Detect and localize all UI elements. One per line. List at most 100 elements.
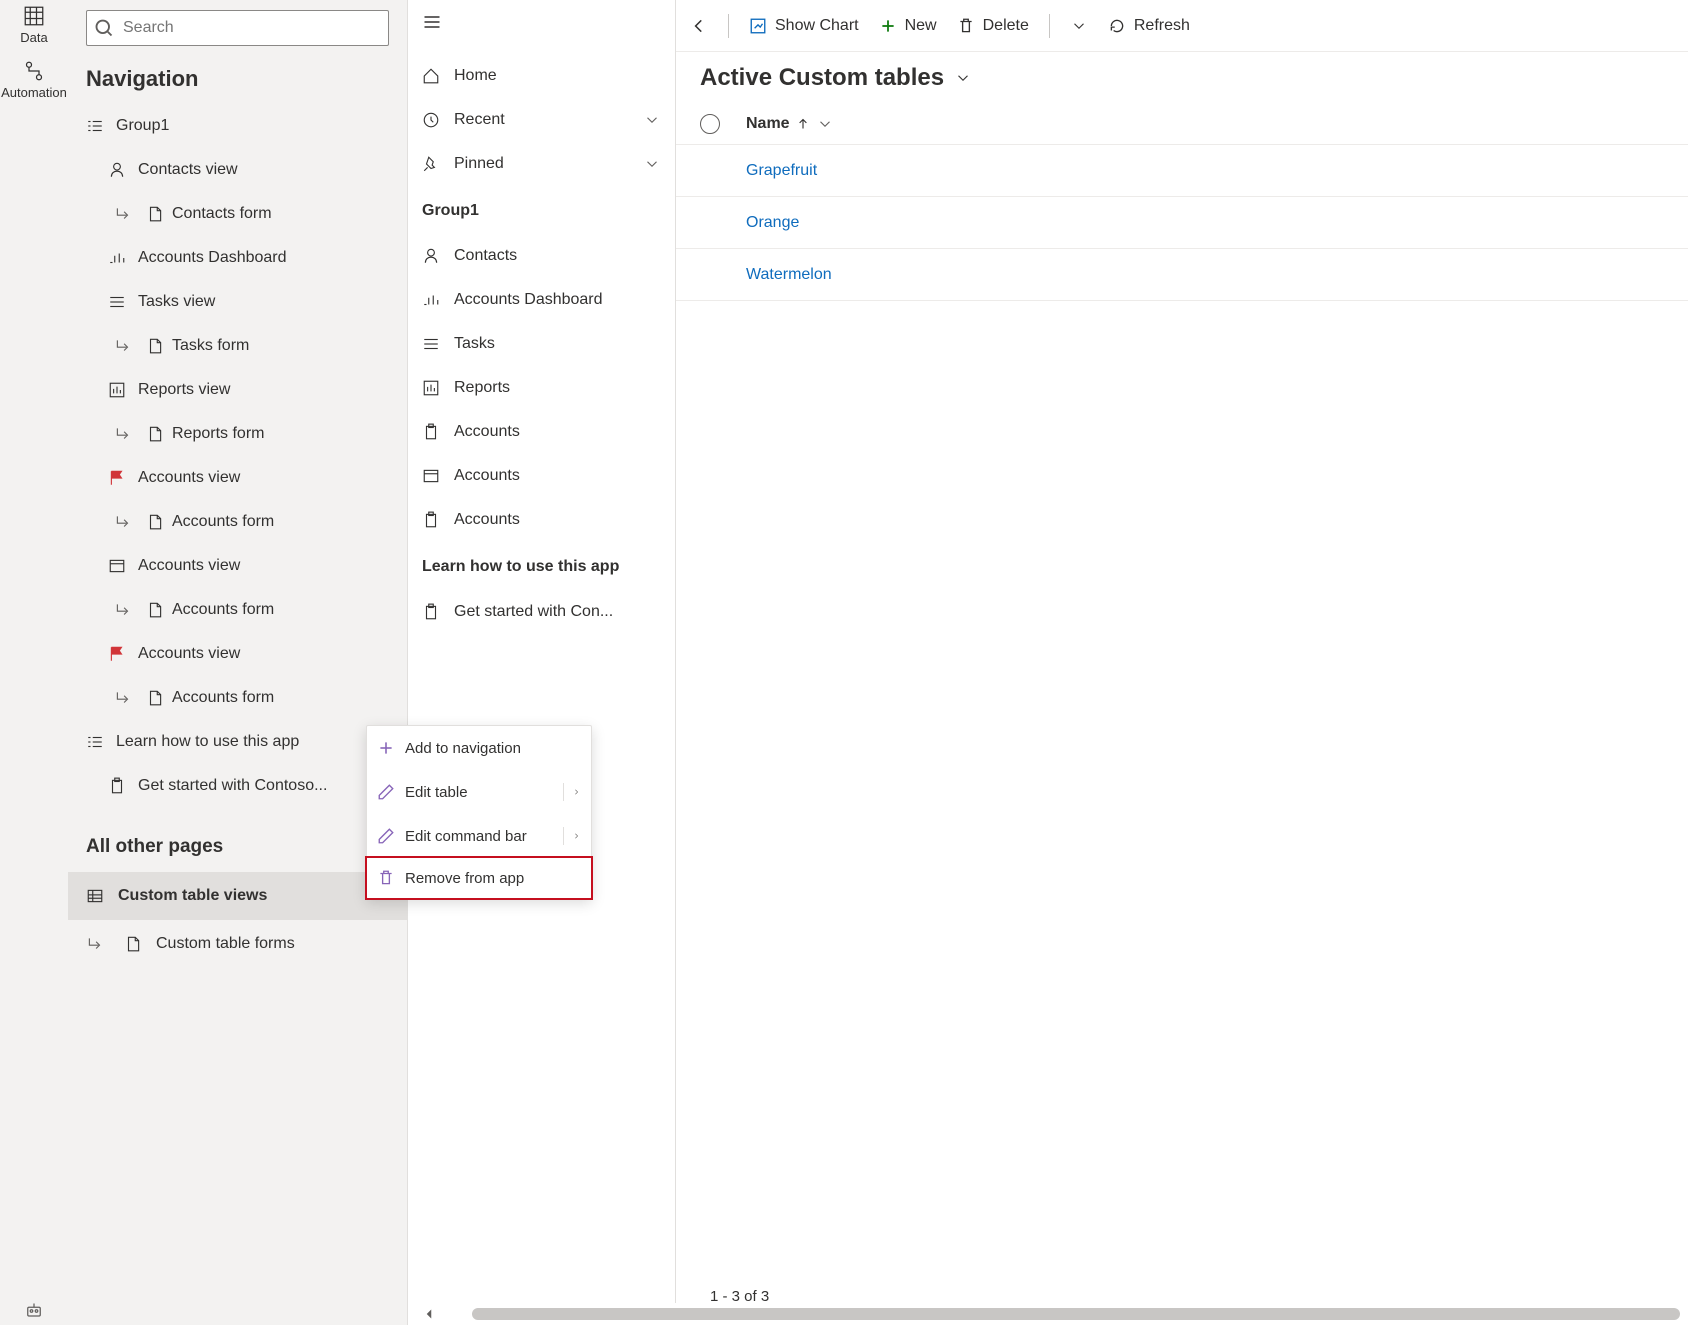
list-icon (86, 117, 104, 135)
app-nav-contacts[interactable]: Contacts (408, 234, 675, 278)
pin-icon (422, 155, 440, 173)
plus-icon (377, 739, 395, 757)
hamburger-button[interactable] (408, 0, 675, 48)
navigation-panel: Navigation Group1 Contacts view Contacts… (68, 0, 408, 1325)
delete-dropdown[interactable] (1070, 17, 1088, 35)
nav-accounts-view-1[interactable]: Accounts view (80, 456, 407, 500)
table-row[interactable]: Grapefruit (676, 145, 1688, 197)
chevron-down-icon (816, 115, 834, 133)
clipboard-icon (422, 511, 440, 529)
nav-get-started[interactable]: Get started with Contoso... (80, 764, 407, 808)
chevron-right-icon (563, 827, 581, 845)
page-icon (146, 689, 164, 707)
app-nav-group1-heading: Group1 (408, 192, 675, 228)
separator (728, 14, 729, 38)
show-chart-button[interactable]: Show Chart (749, 17, 859, 35)
nav-group1[interactable]: Group1 (80, 104, 407, 148)
clipboard-icon (108, 777, 126, 795)
flag-icon (108, 645, 126, 663)
record-link[interactable]: Watermelon (746, 266, 832, 284)
nav-contacts-view[interactable]: Contacts view (80, 148, 407, 192)
app-nav-tasks[interactable]: Tasks (408, 322, 675, 366)
nav-reports-form[interactable]: Reports form (80, 412, 407, 456)
new-button[interactable]: New (879, 17, 937, 35)
select-all-checkbox[interactable] (700, 114, 720, 134)
chart-icon (749, 17, 767, 35)
rail-bot-button[interactable] (0, 1301, 68, 1321)
nav-contacts-form[interactable]: Contacts form (80, 192, 407, 236)
app-nav-recent[interactable]: Recent (408, 98, 675, 142)
rail-data[interactable]: Data (0, 6, 68, 45)
nav-custom-table-forms[interactable]: Custom table forms (68, 920, 407, 968)
horizontal-scrollbar[interactable] (414, 1303, 1688, 1325)
app-rail: Data Automation (0, 0, 68, 1325)
nav-accounts-form-3[interactable]: Accounts form (80, 676, 407, 720)
scroll-left-arrow-icon[interactable] (420, 1305, 438, 1323)
window-icon (108, 557, 126, 575)
nav-accounts-view-3[interactable]: Accounts view (80, 632, 407, 676)
app-nav-accounts-3[interactable]: Accounts (408, 498, 675, 542)
flag-icon (108, 469, 126, 487)
subflow-icon (114, 513, 132, 531)
subflow-icon (114, 689, 132, 707)
person-icon (108, 161, 126, 179)
navigation-title: Navigation (68, 46, 407, 104)
table-icon (86, 887, 104, 905)
nav-custom-table-views[interactable]: Custom table views ··· (68, 872, 407, 920)
clipboard-icon (422, 423, 440, 441)
menu-icon (422, 12, 442, 32)
automation-icon (24, 61, 44, 81)
clock-icon (422, 111, 440, 129)
pencil-icon (377, 783, 395, 801)
rail-automation[interactable]: Automation (0, 61, 68, 100)
app-nav-accounts-2[interactable]: Accounts (408, 454, 675, 498)
search-input[interactable] (86, 10, 389, 46)
nav-tasks-view[interactable]: Tasks view (80, 280, 407, 324)
chevron-down-icon (643, 155, 661, 173)
person-icon (422, 247, 440, 265)
ctx-edit-command-bar[interactable]: Edit command bar (367, 814, 591, 858)
pencil-icon (377, 827, 395, 845)
separator (1049, 14, 1050, 38)
column-header-name[interactable]: Name (746, 115, 834, 133)
nav-accounts-form-2[interactable]: Accounts form (80, 588, 407, 632)
rail-data-label: Data (20, 30, 47, 45)
app-nav-home[interactable]: Home (408, 54, 675, 98)
refresh-icon (1108, 17, 1126, 35)
refresh-button[interactable]: Refresh (1108, 17, 1190, 35)
grid-header: Name (676, 92, 1688, 145)
delete-button[interactable]: Delete (957, 17, 1029, 35)
app-nav-accounts-dashboard[interactable]: Accounts Dashboard (408, 278, 675, 322)
bar-chart-icon (108, 381, 126, 399)
search-icon (94, 18, 114, 38)
nav-accounts-form-1[interactable]: Accounts form (80, 500, 407, 544)
scrollbar-thumb[interactable] (472, 1308, 1680, 1320)
app-nav-accounts-1[interactable]: Accounts (408, 410, 675, 454)
dashboard-icon (108, 249, 126, 267)
nav-accounts-view-2[interactable]: Accounts view (80, 544, 407, 588)
nav-learn-group[interactable]: Learn how to use this app (80, 720, 407, 764)
view-title: Active Custom tables (700, 64, 944, 92)
plus-icon (879, 17, 897, 35)
record-link[interactable]: Grapefruit (746, 162, 817, 180)
table-row[interactable]: Watermelon (676, 249, 1688, 301)
back-button[interactable] (690, 17, 708, 35)
ctx-add-to-navigation[interactable]: Add to navigation (367, 726, 591, 770)
trash-icon (957, 17, 975, 35)
nav-accounts-dashboard[interactable]: Accounts Dashboard (80, 236, 407, 280)
list-icon (86, 733, 104, 751)
ctx-remove-from-app[interactable]: Remove from app (365, 856, 593, 900)
page-icon (146, 513, 164, 531)
page-icon (146, 205, 164, 223)
nav-reports-view[interactable]: Reports view (80, 368, 407, 412)
command-bar: Show Chart New Delete Refresh (676, 0, 1688, 52)
app-nav-pinned[interactable]: Pinned (408, 142, 675, 186)
app-nav-get-started[interactable]: Get started with Con... (408, 590, 675, 634)
app-nav-reports[interactable]: Reports (408, 366, 675, 410)
ctx-edit-table[interactable]: Edit table (367, 770, 591, 814)
chevron-down-icon[interactable] (954, 69, 972, 87)
subflow-icon (114, 205, 132, 223)
nav-tasks-form[interactable]: Tasks form (80, 324, 407, 368)
table-row[interactable]: Orange (676, 197, 1688, 249)
record-link[interactable]: Orange (746, 214, 799, 232)
